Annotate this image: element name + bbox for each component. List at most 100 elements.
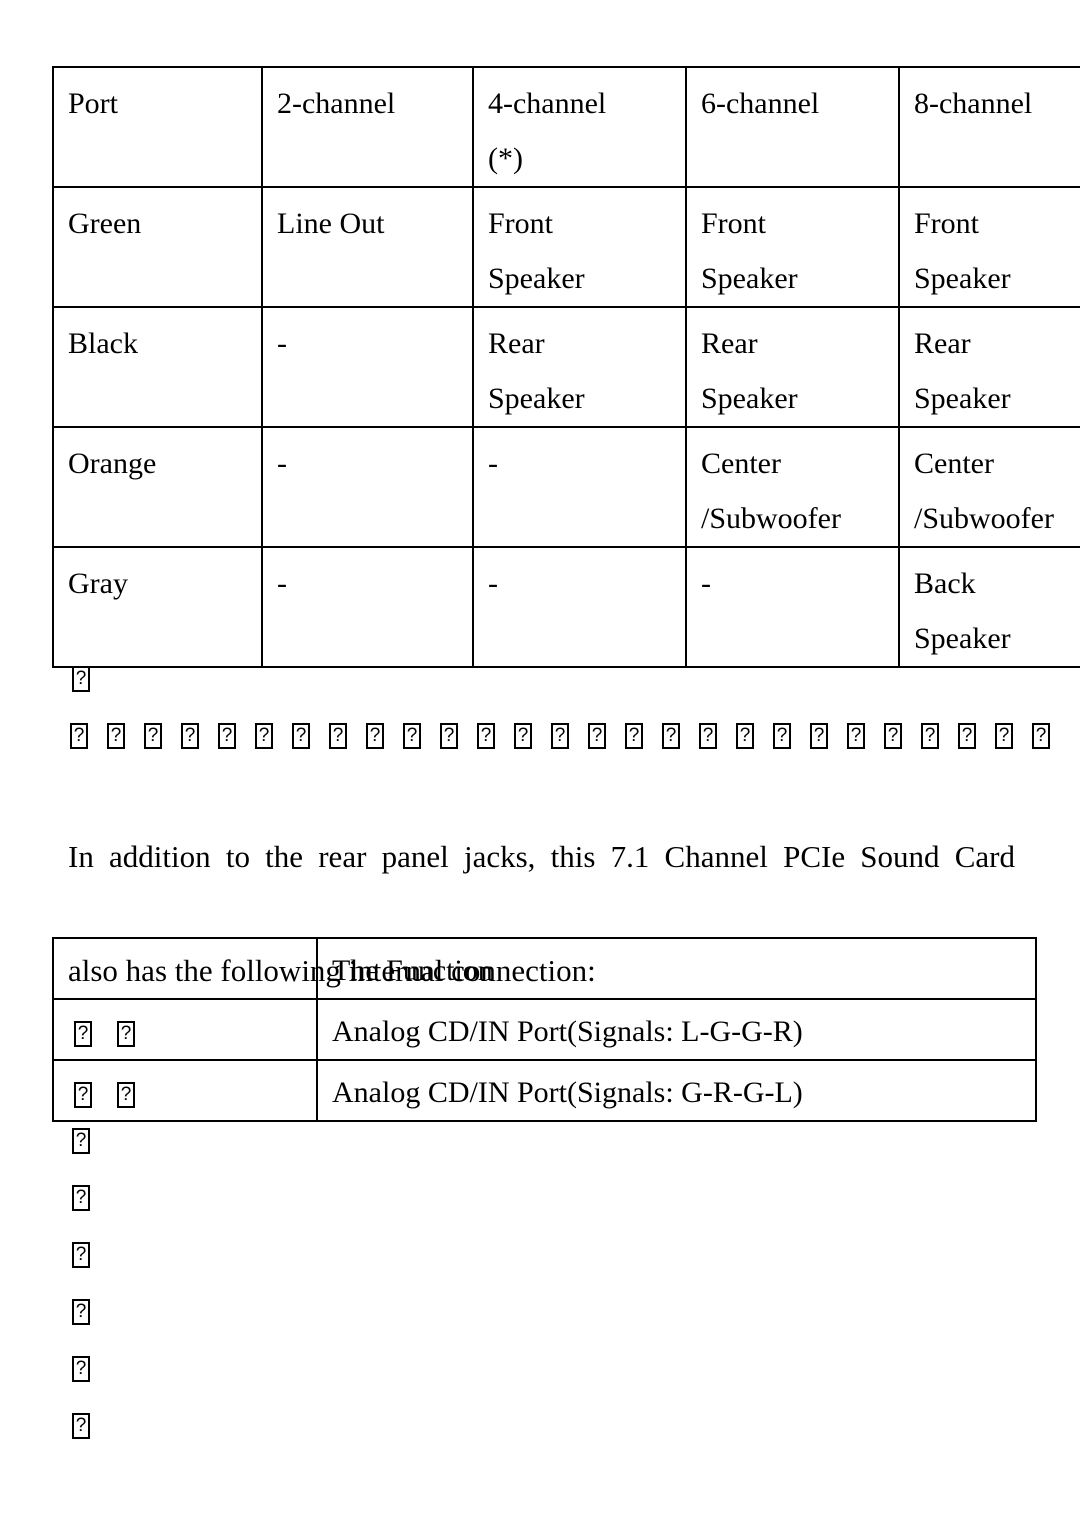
missing-glyph-line-trailing: ?	[72, 1299, 109, 1325]
table-row-black: Black - Rear Speaker Rear Speaker Rear S…	[52, 306, 1080, 428]
header-cell-4channel: 4-channel (*)	[472, 66, 687, 188]
document-page: Port 2-channel 4-channel (*) 6-channel 8…	[0, 0, 1080, 1523]
table-row-green: Green Line Out Front Speaker Front Speak…	[52, 186, 1080, 308]
missing-glyph-icon: ?	[773, 723, 791, 749]
missing-glyph-line-trailing: ?	[72, 1356, 109, 1382]
missing-glyph-icon: ?	[255, 723, 273, 749]
missing-glyph-icon: ?	[514, 723, 532, 749]
cell-text: Front	[701, 207, 767, 240]
missing-glyph-icon: ?	[292, 723, 310, 749]
cell-8channel: Front Speaker	[898, 186, 1080, 308]
cell-text: Line Out	[277, 207, 385, 240]
missing-glyph-icon: ?	[736, 723, 754, 749]
cell-connector-label: ??	[52, 1059, 318, 1122]
missing-glyph-icon: ?	[810, 723, 828, 749]
cell-text: The Function	[332, 954, 493, 987]
missing-glyph-icon: ?	[1032, 723, 1050, 749]
header-cell-8channel: 8-channel	[898, 66, 1080, 188]
missing-glyph-icon: ?	[847, 723, 865, 749]
cell-function: Analog CD/IN Port(Signals: G-R-G-L)	[316, 1059, 1037, 1122]
missing-glyph-icon: ?	[72, 666, 90, 692]
cell-6channel: Front Speaker	[685, 186, 900, 308]
cell-text: Rear	[488, 327, 545, 360]
audio-port-channel-mapping-table: Port 2-channel 4-channel (*) 6-channel 8…	[52, 66, 1080, 668]
header-cell-2channel: 2-channel	[261, 66, 474, 188]
cell-4channel: Front Speaker	[472, 186, 687, 308]
header-cell-empty	[52, 937, 318, 1000]
missing-glyph-icon: ?	[921, 723, 939, 749]
cell-text: /Subwoofer	[914, 502, 1054, 535]
cell-text: 2-channel	[277, 87, 396, 120]
cell-text: Speaker	[488, 262, 585, 295]
cell-port-color: Green	[52, 186, 263, 308]
cell-text: Back	[914, 567, 976, 600]
missing-glyph-icon: ?	[588, 723, 606, 749]
missing-glyph-line-trailing: ?	[72, 1242, 109, 1268]
cell-text: -	[488, 567, 498, 600]
cell-text: Speaker	[701, 262, 798, 295]
missing-glyph-icon: ?	[958, 723, 976, 749]
missing-glyph-icon: ?	[699, 723, 717, 749]
cell-text: Rear	[701, 327, 758, 360]
missing-glyph-icon: ?	[477, 723, 495, 749]
cell-4channel: -	[472, 546, 687, 668]
cell-text: /Subwoofer	[701, 502, 841, 535]
cell-text: Green	[68, 207, 142, 240]
missing-glyph-icon: ?	[995, 723, 1013, 749]
cell-text: Gray	[68, 567, 128, 600]
cell-text: Speaker	[914, 622, 1011, 655]
missing-glyph-icon: ?	[74, 1082, 92, 1108]
missing-glyph-icon: ?	[366, 723, 384, 749]
cell-text: 6-channel	[701, 87, 820, 120]
cell-8channel: Rear Speaker	[898, 306, 1080, 428]
cell-text: Center	[701, 447, 781, 480]
missing-glyph-icon: ?	[72, 1128, 90, 1154]
missing-glyph-line-trailing: ?	[72, 1128, 109, 1154]
cell-6channel: Center /Subwoofer	[685, 426, 900, 548]
cell-text: Speaker	[488, 382, 585, 415]
cell-text: 8-channel	[914, 87, 1033, 120]
missing-glyph-icon: ?	[117, 1082, 135, 1108]
table-header-row: Port 2-channel 4-channel (*) 6-channel 8…	[52, 66, 1080, 188]
cell-connector-label: ??	[52, 998, 318, 1061]
paragraph-line-1: In addition to the rear panel jacks, thi…	[68, 839, 1015, 874]
cell-port-color: Black	[52, 306, 263, 428]
cell-4channel: Rear Speaker	[472, 306, 687, 428]
missing-glyph-icon: ?	[551, 723, 569, 749]
cell-text: Speaker	[914, 262, 1011, 295]
cell-text: -	[277, 447, 287, 480]
header-cell-port: Port	[52, 66, 263, 188]
cell-text: Rear	[914, 327, 971, 360]
cell-text: Analog CD/IN Port(Signals: G-R-G-L)	[332, 1076, 803, 1109]
table-header-row: The Function	[52, 937, 1037, 1000]
cell-text: Port	[68, 87, 119, 120]
cell-text: Center	[914, 447, 994, 480]
missing-glyph-icon: ?	[403, 723, 421, 749]
missing-glyph-icon: ?	[72, 1242, 90, 1268]
cell-text: -	[277, 567, 287, 600]
cell-text: Front	[914, 207, 980, 240]
missing-glyph-icon: ?	[74, 1021, 92, 1047]
table-row: ?? Analog CD/IN Port(Signals: L-G-G-R)	[52, 998, 1037, 1061]
cell-port-color: Gray	[52, 546, 263, 668]
cell-2channel: -	[261, 306, 474, 428]
missing-glyph-icon: ?	[329, 723, 347, 749]
cell-2channel: -	[261, 426, 474, 548]
cell-port-color: Orange	[52, 426, 263, 548]
missing-glyph-line-trailing: ?	[72, 1413, 109, 1439]
missing-glyph-icon: ?	[625, 723, 643, 749]
missing-glyph-line-trailing: ?	[72, 1185, 109, 1211]
missing-glyph-icon: ?	[218, 723, 236, 749]
cell-text: Analog CD/IN Port(Signals: L-G-G-R)	[332, 1015, 803, 1048]
cell-4channel: -	[472, 426, 687, 548]
cell-8channel: Back Speaker	[898, 546, 1080, 668]
missing-glyph-icon: ?	[117, 1021, 135, 1047]
cell-text: -	[701, 567, 711, 600]
missing-glyph-line-single: ?	[72, 666, 109, 692]
header-cell-function: The Function	[316, 937, 1037, 1000]
cell-function: Analog CD/IN Port(Signals: L-G-G-R)	[316, 998, 1037, 1061]
cell-text-note: (*)	[488, 142, 523, 175]
missing-glyph-icon: ?	[662, 723, 680, 749]
cell-text: Front	[488, 207, 554, 240]
missing-glyph-line-long: ???????????????????????????	[70, 723, 1069, 749]
